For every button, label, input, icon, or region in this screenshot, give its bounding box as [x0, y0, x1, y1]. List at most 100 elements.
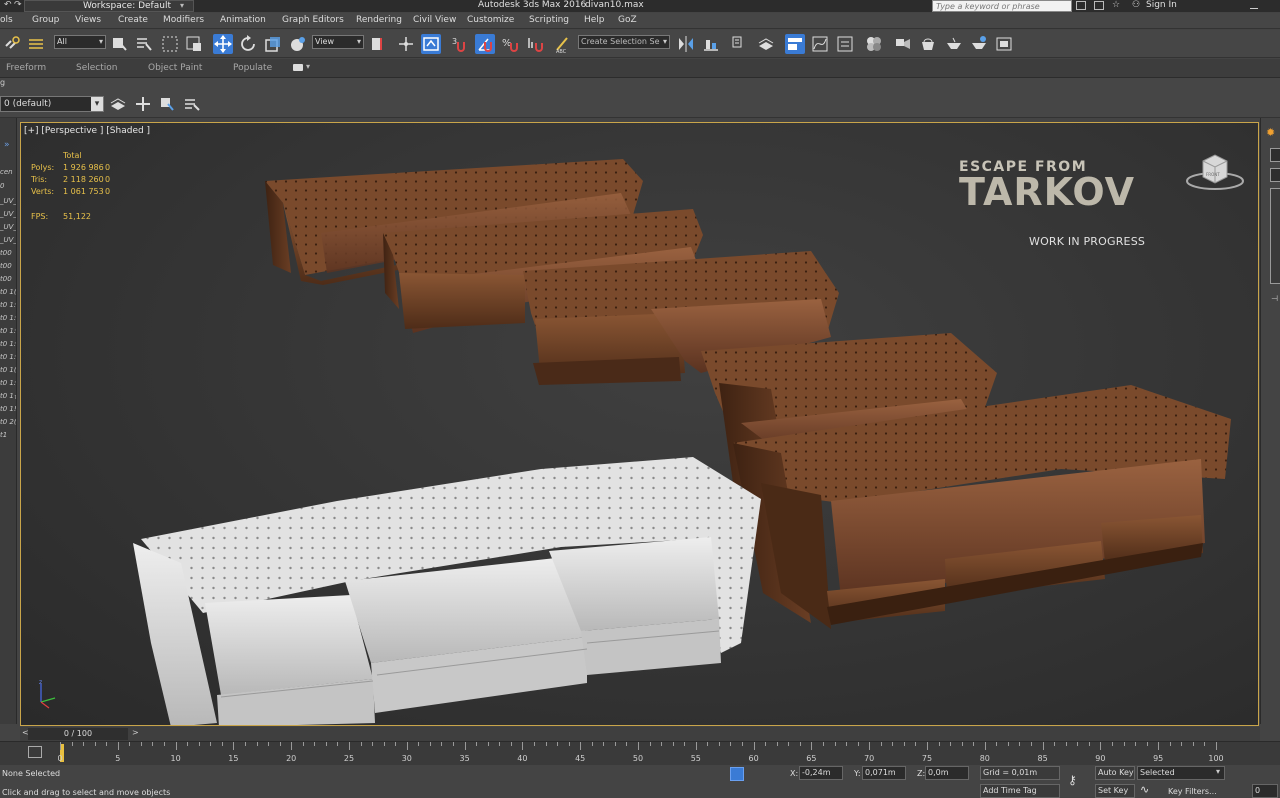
chevron-down-icon[interactable]: ▾ — [1216, 767, 1220, 776]
current-frame-field[interactable]: 0 — [1252, 784, 1278, 798]
render-iterative-icon[interactable] — [969, 34, 989, 54]
subscription-icon[interactable] — [1094, 1, 1104, 10]
list-item[interactable]: cen — [0, 168, 13, 176]
redo-icon[interactable]: ↷ — [14, 0, 22, 10]
spinner-snap-icon[interactable] — [525, 34, 545, 54]
select-objects-in-layer-icon[interactable] — [182, 94, 202, 114]
list-item[interactable]: _UV_ — [0, 223, 16, 231]
rectangular-selection-icon[interactable] — [160, 34, 180, 54]
list-item[interactable]: t0 1: — [0, 314, 16, 322]
selection-filter-dropdown[interactable]: All — [54, 35, 106, 49]
list-item[interactable]: _UV_ — [0, 197, 16, 205]
sun-icon[interactable]: ✹ — [1266, 126, 1275, 139]
menu-create[interactable]: Create — [118, 15, 148, 25]
menu-rendering[interactable]: Rendering — [356, 15, 402, 25]
create-new-layer-icon[interactable] — [133, 94, 153, 114]
material-editor-icon[interactable] — [864, 34, 884, 54]
sign-in-link[interactable]: Sign In — [1146, 0, 1177, 11]
sofa-clay[interactable] — [133, 457, 761, 726]
key-icon[interactable]: ⚷ — [1068, 773, 1077, 787]
toggle-ribbon-icon[interactable] — [785, 34, 805, 54]
chevron-down-icon[interactable]: ▾ — [306, 62, 310, 71]
layer-manager-icon[interactable] — [108, 94, 128, 114]
tab-populate[interactable]: Populate — [233, 63, 272, 73]
select-by-name-icon[interactable] — [134, 34, 154, 54]
select-object-icon[interactable] — [110, 34, 130, 54]
panel-box[interactable] — [1270, 188, 1280, 284]
track-bar[interactable]: 0 5 10 15 20 25 30 35 40 45 50 55 60 65 70 75 80 85 90 95 10… — [0, 741, 1280, 765]
list-item[interactable]: t0 1( — [0, 288, 16, 296]
auto-key-button[interactable]: Auto Key — [1095, 766, 1135, 780]
viewport-label[interactable]: [+] [Perspective ] [Shaded ] — [24, 126, 150, 136]
rendered-frame-window-icon[interactable] — [918, 34, 938, 54]
menu-civil-view[interactable]: Civil View — [413, 15, 456, 25]
tab-selection[interactable]: Selection — [76, 63, 117, 73]
time-slider[interactable]: < 0 / 100 > — [20, 727, 1260, 741]
panel-collapse-icon[interactable]: g — [0, 78, 5, 87]
y-coordinate-field[interactable]: 0,071m — [862, 766, 906, 780]
list-item[interactable]: _UV_ — [0, 210, 16, 218]
snaps-toggle-icon[interactable]: 3 — [450, 34, 470, 54]
list-item[interactable]: t00 — [0, 262, 12, 270]
user-icon[interactable]: ⚇ — [1132, 0, 1140, 10]
lock-selection-icon[interactable] — [730, 767, 744, 781]
align-icon[interactable] — [701, 34, 721, 54]
list-item[interactable]: t0 1( — [0, 366, 16, 374]
perspective-viewport[interactable]: [+] [Perspective ] [Shaded ] Total Polys… — [20, 122, 1259, 726]
menu-goz[interactable]: GoZ — [618, 15, 637, 25]
list-item[interactable]: t0 1: — [0, 340, 16, 348]
render-activeshade-icon[interactable] — [994, 34, 1014, 54]
menu-graph-editors[interactable]: Graph Editors — [282, 15, 344, 25]
edit-named-selection-icon[interactable]: ABC — [553, 34, 573, 55]
add-time-tag-button[interactable]: Add Time Tag — [980, 784, 1060, 798]
menu-group[interactable]: Group — [32, 15, 59, 25]
named-selection-set-dropdown[interactable]: Create Selection Se — [578, 35, 670, 49]
list-item[interactable]: t0 1: — [0, 301, 16, 309]
list-item[interactable]: _UV_ — [0, 236, 16, 244]
scale-icon[interactable] — [263, 34, 283, 54]
key-mode-dropdown[interactable]: Selected — [1137, 766, 1225, 780]
reference-coordinate-dropdown[interactable]: View — [312, 35, 364, 49]
tab-object-paint[interactable]: Object Paint — [148, 63, 202, 73]
tab-freeform[interactable]: Freeform — [6, 63, 46, 73]
schematic-view-icon[interactable] — [835, 34, 855, 54]
mini-curve-editor-icon[interactable] — [28, 746, 42, 758]
link-icon[interactable] — [2, 34, 22, 54]
list-item[interactable]: t0 1{ — [0, 392, 16, 400]
workspace-dropdown[interactable]: Workspace: Default — [24, 0, 194, 12]
menu-modifiers[interactable]: Modifiers — [163, 15, 204, 25]
menu-customize[interactable]: Customize — [467, 15, 514, 25]
time-slider-thumb[interactable]: 0 / 100 — [28, 728, 128, 740]
angle-snap-icon[interactable] — [475, 34, 495, 54]
set-key-button[interactable]: Set Key — [1095, 784, 1135, 798]
time-next-icon[interactable]: > — [132, 728, 139, 737]
window-minimize-icon[interactable] — [1250, 1, 1258, 9]
keyboard-shortcut-override-icon[interactable] — [421, 34, 441, 54]
menu-help[interactable]: Help — [584, 15, 605, 25]
mirror-icon[interactable] — [676, 34, 696, 54]
x-coordinate-field[interactable]: -0,24m — [799, 766, 843, 780]
binoculars-icon[interactable] — [1076, 1, 1086, 10]
list-item[interactable]: t0 1: — [0, 327, 16, 335]
window-crossing-icon[interactable] — [184, 34, 204, 54]
viewcube-icon[interactable]: FRONT — [1184, 149, 1246, 193]
collapse-arrow-icon[interactable]: » — [4, 140, 10, 150]
list-item[interactable]: t0 1! — [0, 405, 16, 413]
pin-icon[interactable]: ⊣ — [1271, 294, 1278, 303]
list-item[interactable]: t0 2( — [0, 418, 16, 426]
list-item[interactable]: t00 — [0, 249, 12, 257]
current-layer-dropdown[interactable]: 0 (default) — [0, 96, 104, 112]
key-filters-button[interactable]: Key Filters... — [1168, 787, 1217, 796]
unlink-icon[interactable] — [26, 34, 46, 54]
list-item[interactable]: t0 1: — [0, 353, 16, 361]
default-in-out-tangents-icon[interactable]: ∿ — [1140, 783, 1149, 796]
list-item[interactable]: t0 1: — [0, 379, 16, 387]
select-place-icon[interactable] — [288, 34, 308, 54]
panel-box[interactable] — [1270, 168, 1280, 182]
z-coordinate-field[interactable]: 0,0m — [925, 766, 969, 780]
search-input[interactable]: Type a keyword or phrase — [932, 0, 1072, 12]
pivot-center-icon[interactable] — [368, 34, 388, 54]
menu-animation[interactable]: Animation — [220, 15, 266, 25]
list-item[interactable]: 0 — [0, 182, 4, 190]
ribbon-options-icon[interactable] — [293, 64, 303, 71]
